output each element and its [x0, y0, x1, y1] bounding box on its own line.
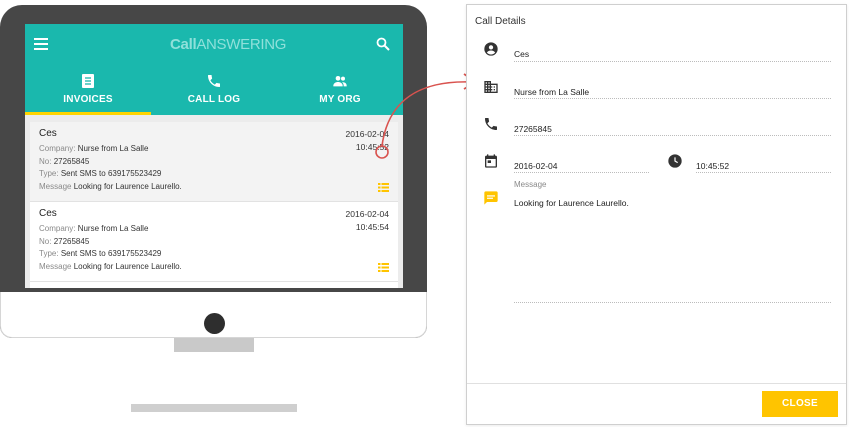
caller-name: Ces: [39, 128, 57, 139]
tab-label: INVOICES: [63, 94, 113, 105]
name-underline: [514, 61, 831, 62]
message-line: Message Looking for Laurence Laurello.: [39, 261, 182, 271]
phone-underline: [514, 135, 831, 136]
dialog-divider: [467, 383, 846, 384]
phone-icon: [485, 118, 497, 130]
monitor-stand-base: [131, 404, 297, 412]
app-logo: CallANSWERING: [170, 36, 287, 53]
app-bar: CallANSWERING: [25, 24, 403, 65]
number-line: No: 27265845: [39, 236, 90, 246]
phone-icon: [208, 75, 220, 87]
call-list-item[interactable]: Ces Company: Nurse from La Salle No: 272…: [30, 122, 398, 202]
search-icon[interactable]: [376, 37, 390, 51]
tab-bar: INVOICES CALL LOG MY ORG: [25, 65, 403, 115]
power-button-icon: [204, 313, 225, 334]
message-label: Message: [514, 180, 547, 189]
company-underline: [514, 98, 831, 99]
message-underline: [514, 302, 831, 303]
date-field: 2016-02-04: [514, 161, 558, 171]
business-icon: [484, 81, 498, 93]
message-field: Looking for Laurence Laurello.: [514, 198, 629, 208]
stage: CallANSWERING INVOICES CALL LOG MY ORG C…: [0, 0, 849, 427]
phone-field: 27265845: [514, 124, 552, 134]
calendar-icon: [485, 154, 497, 168]
tab-call-log[interactable]: CALL LOG: [151, 65, 277, 115]
message-icon: [484, 191, 498, 205]
call-datetime: 2016-02-04 10:45:54: [345, 209, 389, 232]
call-list-item-partial: [30, 282, 398, 288]
type-line: Type: Sent SMS to 639175523429: [39, 169, 162, 178]
clock-icon: [668, 154, 682, 168]
company-line: Company: Nurse from La Salle: [39, 144, 149, 153]
details-list-icon[interactable]: [378, 183, 389, 192]
number-line: No: 27265845: [39, 156, 90, 166]
call-list: Ces Company: Nurse from La Salle No: 272…: [30, 122, 398, 288]
close-button[interactable]: CLOSE: [762, 391, 838, 417]
tab-label: CALL LOG: [187, 94, 241, 105]
time-field: 10:45:52: [696, 161, 730, 171]
tab-invoices[interactable]: INVOICES: [25, 65, 151, 115]
account-circle-icon: [484, 42, 498, 56]
details-list-icon[interactable]: [378, 263, 389, 272]
company-line: Company: Nurse from La Salle: [39, 224, 149, 233]
time-underline: [696, 172, 831, 173]
invoice-icon: [82, 74, 94, 88]
call-details-dialog: Call Details Ces Nurse from La Salle 272…: [466, 4, 847, 425]
name-field: Ces: [514, 49, 530, 59]
app-screen: CallANSWERING INVOICES CALL LOG MY ORG C…: [25, 24, 403, 288]
monitor-stand-neck: [174, 338, 254, 352]
call-list-item[interactable]: Ces Company: Nurse from La Salle No: 272…: [30, 202, 398, 282]
date-underline: [514, 172, 649, 173]
caller-name: Ces: [39, 208, 57, 219]
message-line: Message Looking for Laurence Laurello.: [39, 181, 182, 191]
dialog-title: Call Details: [475, 16, 526, 27]
company-field: Nurse from La Salle: [514, 87, 590, 97]
tab-label: MY ORG: [319, 94, 361, 105]
hamburger-menu-icon[interactable]: [34, 38, 48, 50]
group-icon: [333, 76, 347, 87]
type-line: Type: Sent SMS to 639175523429: [39, 249, 162, 258]
